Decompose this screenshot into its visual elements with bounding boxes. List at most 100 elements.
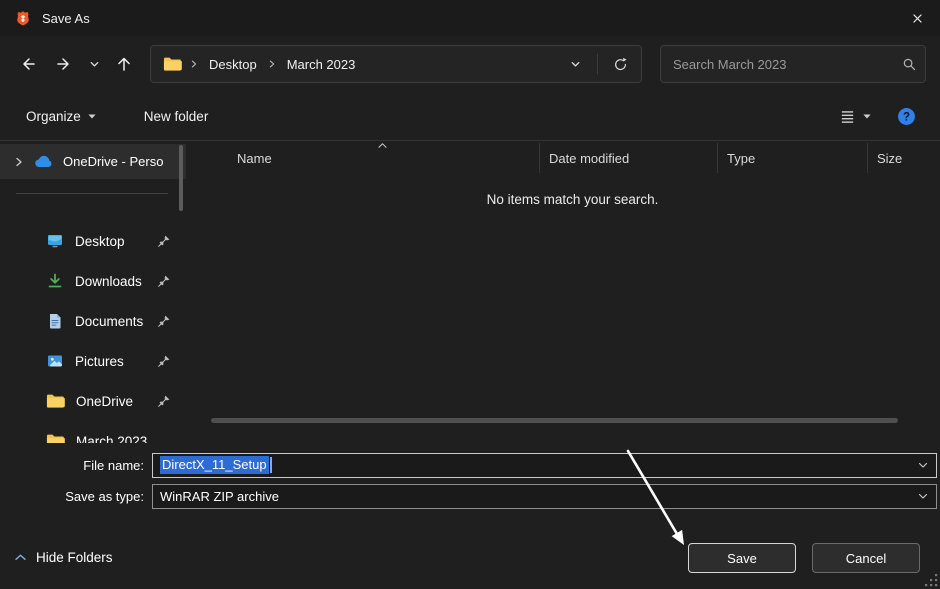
sidebar-item-label: Documents: [75, 314, 143, 329]
column-header-date-modified[interactable]: Date modified: [540, 143, 718, 173]
organize-button[interactable]: Organize: [22, 103, 100, 130]
sidebar-item-documents[interactable]: Documents: [0, 301, 186, 341]
up-button[interactable]: [106, 47, 142, 81]
file-name-row: File name: DirectX_11_Setup: [0, 452, 937, 478]
desktop-icon: [46, 232, 64, 250]
address-dropdown-button[interactable]: [560, 49, 590, 79]
organize-label: Organize: [26, 109, 81, 124]
pin-icon: [157, 234, 171, 248]
sidebar-item-pictures[interactable]: Pictures: [0, 341, 186, 381]
recent-locations-button[interactable]: [82, 47, 106, 81]
search-input[interactable]: [673, 57, 902, 72]
file-name-label: File name:: [0, 458, 152, 473]
change-view-button[interactable]: [835, 102, 875, 131]
column-header-size[interactable]: Size: [868, 143, 940, 173]
breadcrumb-chevron-icon: [267, 59, 277, 69]
command-bar: Organize New folder: [0, 92, 940, 141]
forward-button[interactable]: [46, 47, 82, 81]
onedrive-cloud-icon: [34, 155, 54, 168]
hide-folders-label: Hide Folders: [36, 550, 113, 565]
empty-results-message: No items match your search.: [205, 192, 940, 207]
save-button[interactable]: Save: [688, 543, 796, 573]
combo-chevron-icon: [917, 459, 929, 471]
dialog-content: OneDrive - Perso Desktop: [0, 141, 940, 443]
file-name-value: DirectX_11_Setup: [160, 456, 269, 474]
save-as-type-value: WinRAR ZIP archive: [160, 489, 279, 504]
column-header-label: Size: [877, 151, 902, 166]
save-as-type-label: Save as type:: [0, 489, 152, 504]
text-caret: [270, 457, 272, 473]
close-button[interactable]: [894, 0, 940, 36]
pin-icon: [157, 394, 171, 408]
pictures-icon: [46, 352, 64, 370]
folder-icon: [46, 393, 65, 409]
sidebar-item-downloads[interactable]: Downloads: [0, 261, 186, 301]
column-header-name[interactable]: Name: [205, 143, 540, 173]
expand-chevron-icon[interactable]: [13, 156, 25, 168]
back-icon: [19, 55, 37, 73]
window-title: Save As: [42, 11, 90, 26]
pin-icon: [157, 354, 171, 368]
sidebar-item-label: Pictures: [75, 354, 124, 369]
downloads-icon: [46, 272, 64, 290]
save-as-type-row: Save as type: WinRAR ZIP archive: [0, 483, 937, 509]
refresh-button[interactable]: [605, 49, 635, 79]
address-dropdown-chevron-icon: [569, 58, 582, 71]
documents-icon: [46, 312, 64, 330]
save-as-type-select[interactable]: WinRAR ZIP archive: [152, 484, 937, 509]
column-header-label: Date modified: [549, 151, 629, 166]
breadcrumb-item-desktop[interactable]: Desktop: [206, 55, 260, 74]
organize-caret-icon: [88, 114, 96, 119]
cancel-button[interactable]: Cancel: [812, 543, 920, 573]
sidebar-scrollbar[interactable]: [179, 145, 183, 211]
search-box[interactable]: [660, 45, 926, 83]
save-as-dialog: Save As: [0, 0, 940, 589]
breadcrumb-item-march-2023[interactable]: March 2023: [284, 55, 359, 74]
sidebar-item-label: OneDrive: [76, 394, 133, 409]
column-header-type[interactable]: Type: [718, 143, 868, 173]
close-icon: [910, 11, 925, 26]
sidebar-item-onedrive-folder[interactable]: OneDrive: [0, 381, 186, 421]
hide-folders-button[interactable]: Hide Folders: [14, 550, 113, 565]
new-folder-label: New folder: [144, 109, 209, 124]
recent-locations-chevron-icon: [88, 58, 101, 71]
combo-chevron-icon: [917, 490, 929, 502]
help-icon: ?: [897, 107, 916, 126]
file-list-headers: Name Date modified Type Size: [205, 143, 940, 173]
refresh-icon: [613, 57, 628, 72]
help-button[interactable]: ?: [893, 101, 920, 132]
view-caret-icon: [863, 114, 871, 119]
brave-icon: [14, 9, 32, 28]
address-bar[interactable]: Desktop March 2023: [150, 45, 642, 83]
pin-icon: [157, 274, 171, 288]
svg-text:?: ?: [903, 110, 910, 123]
hide-folders-chevron-icon: [14, 553, 27, 562]
address-bar-divider: [597, 54, 598, 74]
new-folder-button[interactable]: New folder: [140, 103, 213, 130]
sort-ascending-caret-icon: [377, 142, 388, 149]
up-icon: [115, 55, 133, 73]
search-icon: [902, 57, 917, 72]
sidebar-item-march-2023[interactable]: March 2023: [0, 421, 186, 443]
forward-icon: [55, 55, 73, 73]
file-name-input[interactable]: DirectX_11_Setup: [152, 453, 937, 478]
column-header-label: Name: [237, 151, 272, 166]
horizontal-scrollbar[interactable]: [211, 418, 898, 423]
sidebar-divider: [16, 193, 168, 194]
column-header-label: Type: [727, 151, 755, 166]
folder-icon: [163, 56, 182, 72]
sidebar-item-label: Downloads: [75, 274, 142, 289]
breadcrumb-chevron-icon: [189, 59, 199, 69]
resize-grip[interactable]: [925, 574, 938, 587]
back-button[interactable]: [10, 47, 46, 81]
folder-icon: [46, 433, 65, 443]
file-list: Name Date modified Type Size No items ma…: [205, 141, 940, 443]
details-view-icon: [839, 108, 856, 125]
sidebar-item-label: March 2023: [76, 434, 147, 444]
command-bar-right: ?: [835, 101, 920, 132]
sidebar-item-onedrive-personal[interactable]: OneDrive - Perso: [0, 144, 186, 179]
navigation-toolbar: Desktop March 2023: [0, 36, 940, 92]
sidebar-item-desktop[interactable]: Desktop: [0, 221, 186, 261]
sidebar-item-label: OneDrive - Perso: [63, 154, 163, 169]
pin-icon: [157, 314, 171, 328]
